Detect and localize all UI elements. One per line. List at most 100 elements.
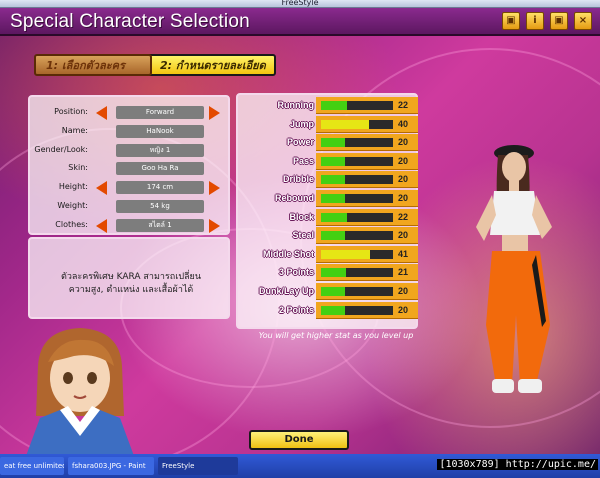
done-button[interactable]: Done <box>249 430 349 450</box>
info-label: Height: <box>58 182 88 191</box>
stat-row: Steal 20 <box>238 227 420 245</box>
stat-bar-fill <box>321 138 345 148</box>
watermark: [1030x789] http://upic.me/ <box>437 459 598 470</box>
taskbar-item[interactable]: FreeStyle <box>158 457 238 475</box>
stat-value: 20 <box>398 193 409 203</box>
stat-bar-track <box>321 119 393 129</box>
stat-bar-track <box>321 287 393 296</box>
stat-cell: 20 <box>316 171 418 189</box>
tab-step-details[interactable]: 2: กำหนดรายละเอียด <box>140 54 276 76</box>
arrow-left-icon[interactable] <box>96 181 107 195</box>
info-value: 174 cm <box>116 181 204 194</box>
close-icon[interactable]: × <box>574 12 592 30</box>
stat-label: Rebound <box>275 193 314 203</box>
stat-cell: 22 <box>316 208 418 226</box>
game-screen: Special Character Selection ▣ i ▣ × 2: ก… <box>0 8 600 454</box>
stat-label: Jump <box>289 118 314 129</box>
stat-value: 40 <box>398 118 409 129</box>
stat-row: 2 Points 20 <box>238 301 420 319</box>
info-row: Clothes: สไตล์ 1 <box>30 218 232 234</box>
stat-bar-track <box>321 175 393 185</box>
info-value: หญิง 1 <box>116 144 204 157</box>
stat-bar-fill <box>321 249 370 259</box>
stat-row: Jump 40 <box>238 115 420 133</box>
stat-value: 22 <box>398 211 409 222</box>
stat-bar-track <box>321 268 393 278</box>
stat-label: Dribble <box>282 174 314 185</box>
taskbar: eat free unlimited ... fshara003.JPG - P… <box>0 454 600 478</box>
stat-bar-fill <box>321 119 369 129</box>
description-panel: ตัวละครพิเศษ KARA สามารถเปลี่ยน ความสูง,… <box>28 237 230 319</box>
stat-bar-fill <box>321 101 347 110</box>
info-row: Height: 174 cm <box>30 180 232 196</box>
cube-icon[interactable]: ▣ <box>502 12 520 30</box>
info-value: Goo Ha Ra <box>116 162 204 175</box>
stat-bar-track <box>321 194 393 203</box>
stat-row: Dribble 20 <box>238 171 420 189</box>
stat-bar-fill <box>321 194 345 203</box>
info-icon[interactable]: i <box>526 12 544 30</box>
info-row: Position: Forward <box>30 105 232 121</box>
description-line-1: ตัวละครพิเศษ KARA สามารถเปลี่ยน <box>61 272 201 282</box>
arrow-right-icon[interactable] <box>209 106 220 120</box>
arrow-left-icon[interactable] <box>96 219 107 233</box>
stat-row: Pass 20 <box>238 152 420 170</box>
stat-value: 41 <box>398 248 409 259</box>
level-up-note: You will get higher stat as you level up <box>258 331 414 340</box>
stats-panel: Running 22 Jump 40 Power 20 Pass 20 Dribble 20 Reb… <box>236 93 418 329</box>
stat-row: Power 20 <box>238 134 420 152</box>
info-value: HaNook <box>116 125 204 138</box>
taskbar-item[interactable]: eat free unlimited ... <box>0 457 64 475</box>
info-row: Gender/Look: หญิง 1 <box>30 143 232 159</box>
stat-bar-fill <box>321 305 345 315</box>
stat-bar-fill <box>321 156 345 166</box>
stat-bar-track <box>321 138 393 148</box>
character-info-panel: Position: Forward Name: HaNook Gender/Look: ห… <box>28 95 230 235</box>
stat-bar-track <box>321 249 393 259</box>
info-label: Gender/Look: <box>34 145 88 154</box>
stat-label: Running <box>277 100 315 110</box>
stat-value: 20 <box>398 230 409 241</box>
stat-bar-fill <box>321 287 345 296</box>
stat-value: 21 <box>398 267 409 278</box>
stat-cell: 21 <box>316 264 418 282</box>
description-line-2: ความสูง, ตำแหน่ง และเสื้อผ้าได้ <box>68 285 194 295</box>
stat-cell: 40 <box>316 115 418 133</box>
info-row: Weight: 54 kg <box>30 199 232 215</box>
stat-bar-track <box>321 231 393 241</box>
info-row: Skin: Goo Ha Ra <box>30 161 232 177</box>
info-label: Position: <box>54 107 88 116</box>
stat-bar-track <box>321 212 393 222</box>
cube-icon[interactable]: ▣ <box>550 12 568 30</box>
stat-value: 20 <box>398 304 409 315</box>
stat-cell: 41 <box>316 245 418 263</box>
stat-value: 20 <box>398 286 409 296</box>
info-value: สไตล์ 1 <box>116 219 204 232</box>
npc-portrait <box>26 328 134 454</box>
tab-step-select-character[interactable]: 1: เลือกตัวละคร <box>34 54 152 76</box>
stat-label: Middle Shot <box>263 248 314 259</box>
stat-row: Middle Shot 41 <box>238 245 420 263</box>
stat-bar-fill <box>321 175 345 185</box>
taskbar-item[interactable]: fshara003.JPG - Paint <box>68 457 154 475</box>
stat-cell: 20 <box>316 152 418 170</box>
stat-label: Block <box>289 211 314 222</box>
stat-cell: 20 <box>316 134 418 152</box>
window-titlebar: FreeStyle <box>0 0 600 8</box>
arrow-right-icon[interactable] <box>209 219 220 233</box>
stat-row: Dunk/Lay Up 20 <box>238 283 420 300</box>
arrow-left-icon[interactable] <box>96 106 107 120</box>
stat-bar-track <box>321 305 393 315</box>
info-row: Name: HaNook <box>30 124 232 140</box>
stat-cell: 20 <box>316 227 418 245</box>
info-value: Forward <box>116 106 204 119</box>
stat-bar-fill <box>321 268 346 278</box>
stat-label: Power <box>286 137 314 148</box>
stat-value: 22 <box>398 100 409 110</box>
character-figure <box>476 145 552 393</box>
stat-cell: 20 <box>316 283 418 300</box>
info-label: Name: <box>61 126 88 135</box>
info-value: 54 kg <box>116 200 204 213</box>
stat-bar-track <box>321 156 393 166</box>
arrow-right-icon[interactable] <box>209 181 220 195</box>
